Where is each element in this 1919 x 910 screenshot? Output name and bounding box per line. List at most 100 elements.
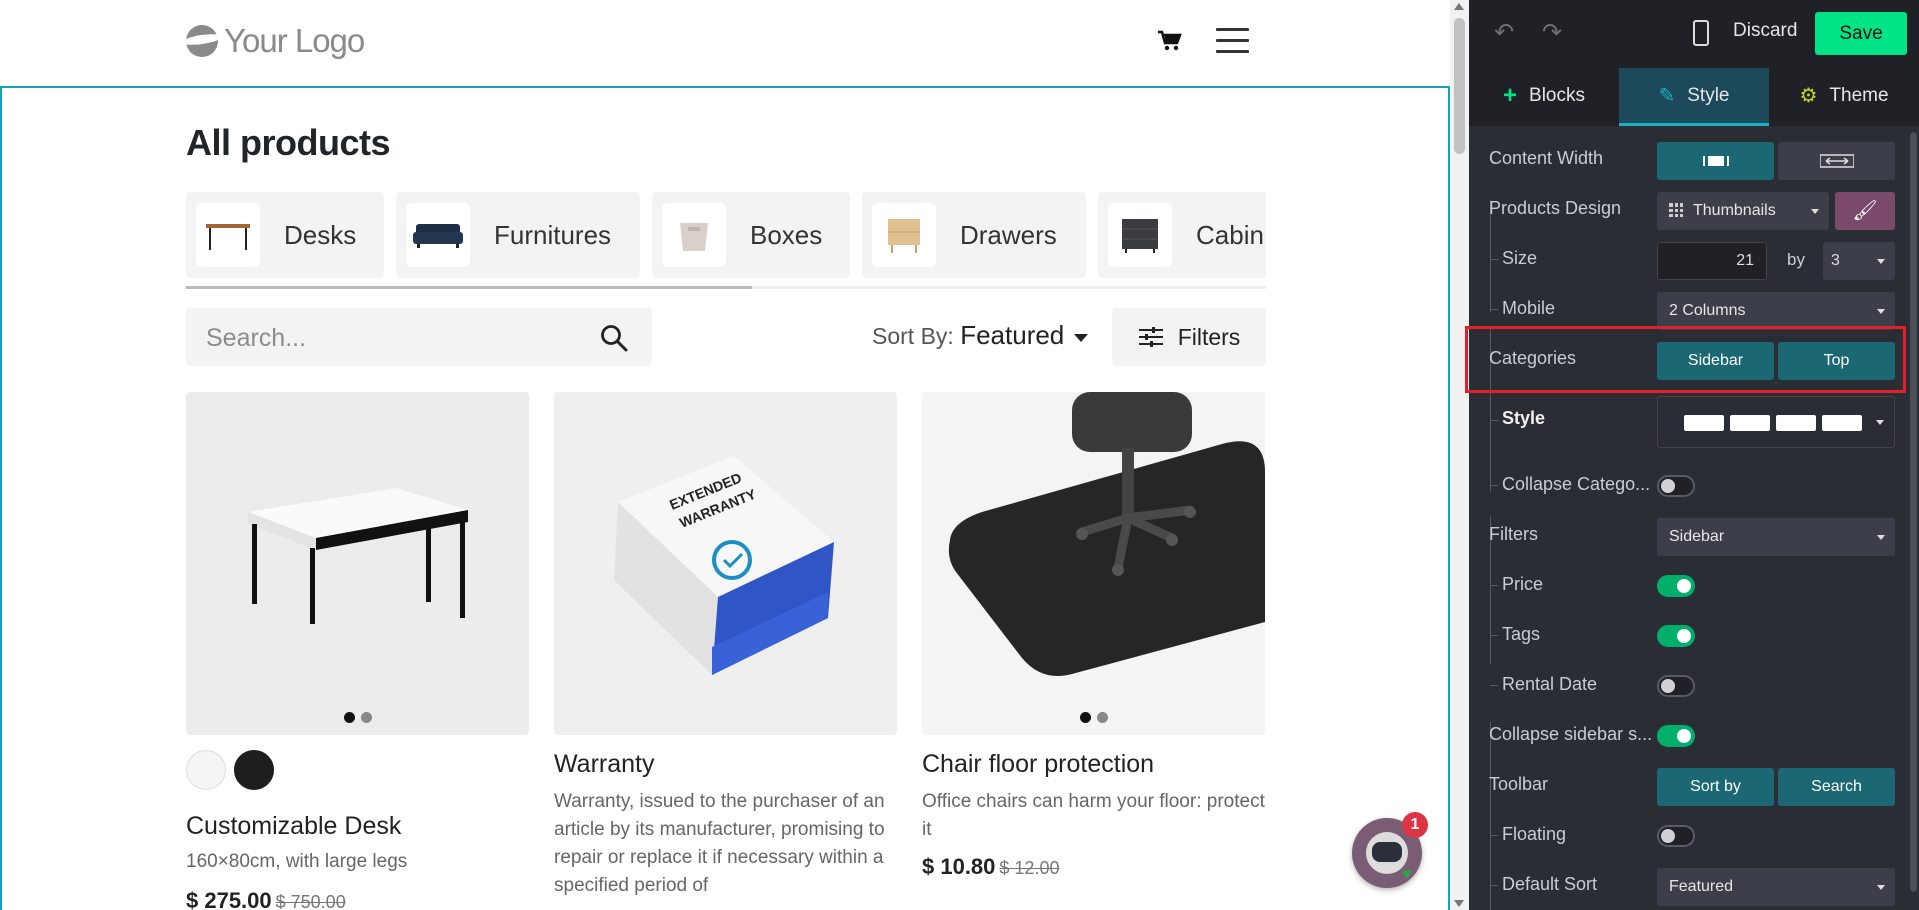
default-sort-select[interactable]: Featured: [1657, 868, 1895, 906]
search-icon[interactable]: [600, 324, 628, 352]
chevron-down-icon: [1877, 309, 1885, 314]
option-label: Tags: [1502, 624, 1541, 644]
box-icon: [680, 223, 708, 251]
option-toolbar: Toolbar Sort by Search: [1469, 760, 1909, 810]
option-label: Content Width: [1489, 148, 1604, 168]
option-label: Products Design: [1489, 198, 1622, 218]
site-logo[interactable]: Your Logo: [186, 22, 365, 60]
redo-icon[interactable]: ↷: [1539, 20, 1565, 46]
select-value: Sidebar: [1669, 528, 1725, 545]
editor-options: Content Width Products Design Thumbnails…: [1469, 126, 1909, 910]
option-collapse-sidebar: Collapse sidebar s...: [1469, 710, 1909, 760]
mobile-columns-select[interactable]: 2 Columns: [1657, 292, 1895, 330]
search-placeholder: Search...: [206, 324, 307, 352]
product-name[interactable]: Chair floor protection: [922, 750, 1154, 779]
size-input[interactable]: 21: [1657, 242, 1767, 280]
tree-branch: [1490, 635, 1498, 636]
scroll-up-arrow-icon[interactable]: [1454, 3, 1464, 10]
tab-theme[interactable]: ⚙ Theme: [1769, 68, 1919, 126]
page-scroll-thumb[interactable]: [1454, 18, 1465, 154]
toolbar-search-button[interactable]: Search: [1778, 768, 1895, 806]
product-image[interactable]: [922, 392, 1265, 735]
content-width-toggle: [1657, 142, 1895, 180]
carousel-dot[interactable]: [1096, 712, 1108, 723]
collapse-categories-toggle[interactable]: [1657, 475, 1695, 497]
product-card[interactable]: EXTENDED WARRANTY Warranty Warranty, iss…: [554, 392, 897, 896]
page-scrollbar[interactable]: [1450, 0, 1469, 910]
tab-label: Style: [1687, 84, 1730, 106]
chair-mat-image: [948, 392, 1265, 676]
product-image[interactable]: [186, 392, 529, 735]
categories-scrollbar[interactable]: [186, 286, 1266, 289]
option-label: Collapse Catego...: [1502, 474, 1651, 494]
mobile-preview-icon[interactable]: [1693, 20, 1709, 46]
carousel-dot[interactable]: [343, 712, 355, 723]
price-value: $ 275.00: [186, 888, 272, 910]
tab-label: Theme: [1829, 84, 1889, 106]
tab-blocks[interactable]: + Blocks: [1469, 68, 1619, 126]
sort-label: Sort By:: [872, 323, 954, 349]
gear-icon: ⚙: [1799, 85, 1818, 107]
menu-icon[interactable]: [1216, 28, 1249, 54]
option-size: Size 21 by 3: [1469, 234, 1909, 284]
product-image[interactable]: EXTENDED WARRANTY: [554, 392, 897, 735]
highlight-annotation: [1465, 326, 1906, 393]
product-name[interactable]: Warranty: [554, 750, 654, 779]
category-boxes[interactable]: Boxes: [652, 192, 850, 278]
editor-scroll-thumb[interactable]: [1910, 132, 1917, 892]
undo-icon[interactable]: ↶: [1491, 20, 1517, 46]
carousel-dot[interactable]: [360, 712, 372, 723]
category-thumbnail: [196, 203, 260, 267]
chevron-down-icon: [1877, 535, 1885, 540]
save-button[interactable]: Save: [1815, 12, 1907, 55]
products-design-select[interactable]: Thumbnails: [1657, 192, 1829, 230]
category-label: Boxes: [750, 219, 823, 250]
option-label: Style: [1502, 408, 1546, 428]
discard-button[interactable]: Discard: [1733, 20, 1797, 42]
product-card[interactable]: Chair floor protection Office chairs can…: [922, 392, 1265, 879]
swatch-black[interactable]: [234, 750, 274, 790]
category-drawers[interactable]: Drawers: [862, 192, 1086, 278]
product-description: Office chairs can harm your floor: prote…: [922, 791, 1265, 840]
toolbar-sort-button[interactable]: Sort by: [1657, 768, 1774, 806]
category-style-select[interactable]: [1657, 396, 1895, 448]
category-thumbnail: [1108, 203, 1172, 267]
product-card[interactable]: Customizable Desk 160×80cm, with large l…: [186, 392, 529, 910]
products-section: All products Desks Furnitures Boxes Draw…: [0, 86, 1450, 910]
sort-dropdown[interactable]: Sort By: Featured: [872, 320, 1089, 351]
option-default-sort: Default Sort Featured: [1469, 860, 1909, 910]
style-preview-icon: [1730, 415, 1770, 431]
tab-style[interactable]: ✎ Style: [1619, 68, 1769, 126]
price-toggle[interactable]: [1657, 575, 1695, 597]
tree-branch: [1490, 585, 1498, 586]
grid-icon: [1669, 203, 1683, 217]
cart-icon[interactable]: [1158, 30, 1182, 52]
search-input[interactable]: Search...: [186, 308, 652, 366]
collapse-sidebar-toggle[interactable]: [1657, 725, 1695, 747]
editor-scrollbar[interactable]: [1908, 126, 1919, 910]
swatch-white[interactable]: [186, 750, 226, 790]
carousel-dot[interactable]: [1079, 712, 1091, 723]
filters-select[interactable]: Sidebar: [1657, 518, 1895, 556]
categories-scroll-thumb[interactable]: [186, 286, 752, 289]
chevron-down-icon: [1074, 333, 1089, 342]
category-desks[interactable]: Desks: [186, 192, 384, 278]
tree-branch: [1490, 420, 1498, 421]
filters-button[interactable]: Filters: [1112, 308, 1266, 366]
style-preview-icon: [1684, 415, 1724, 431]
width-regular-button[interactable]: [1657, 142, 1774, 180]
width-full-button[interactable]: [1778, 142, 1895, 180]
tags-toggle[interactable]: [1657, 625, 1695, 647]
option-label: Mobile: [1502, 298, 1556, 318]
floating-toggle[interactable]: [1657, 825, 1695, 847]
chevron-down-icon: [1876, 420, 1884, 425]
scroll-down-arrow-icon[interactable]: [1454, 900, 1464, 907]
columns-select[interactable]: 3: [1823, 242, 1895, 280]
category-cabinets[interactable]: Cabin: [1098, 192, 1266, 278]
product-description: Warranty, issued to the purchaser of an …: [554, 791, 885, 896]
category-furnitures[interactable]: Furnitures: [396, 192, 640, 278]
product-name[interactable]: Customizable Desk: [186, 812, 401, 841]
rental-date-toggle[interactable]: [1657, 675, 1695, 697]
tree-branch: [1490, 485, 1498, 486]
brush-icon[interactable]: 🖌: [1835, 192, 1895, 230]
